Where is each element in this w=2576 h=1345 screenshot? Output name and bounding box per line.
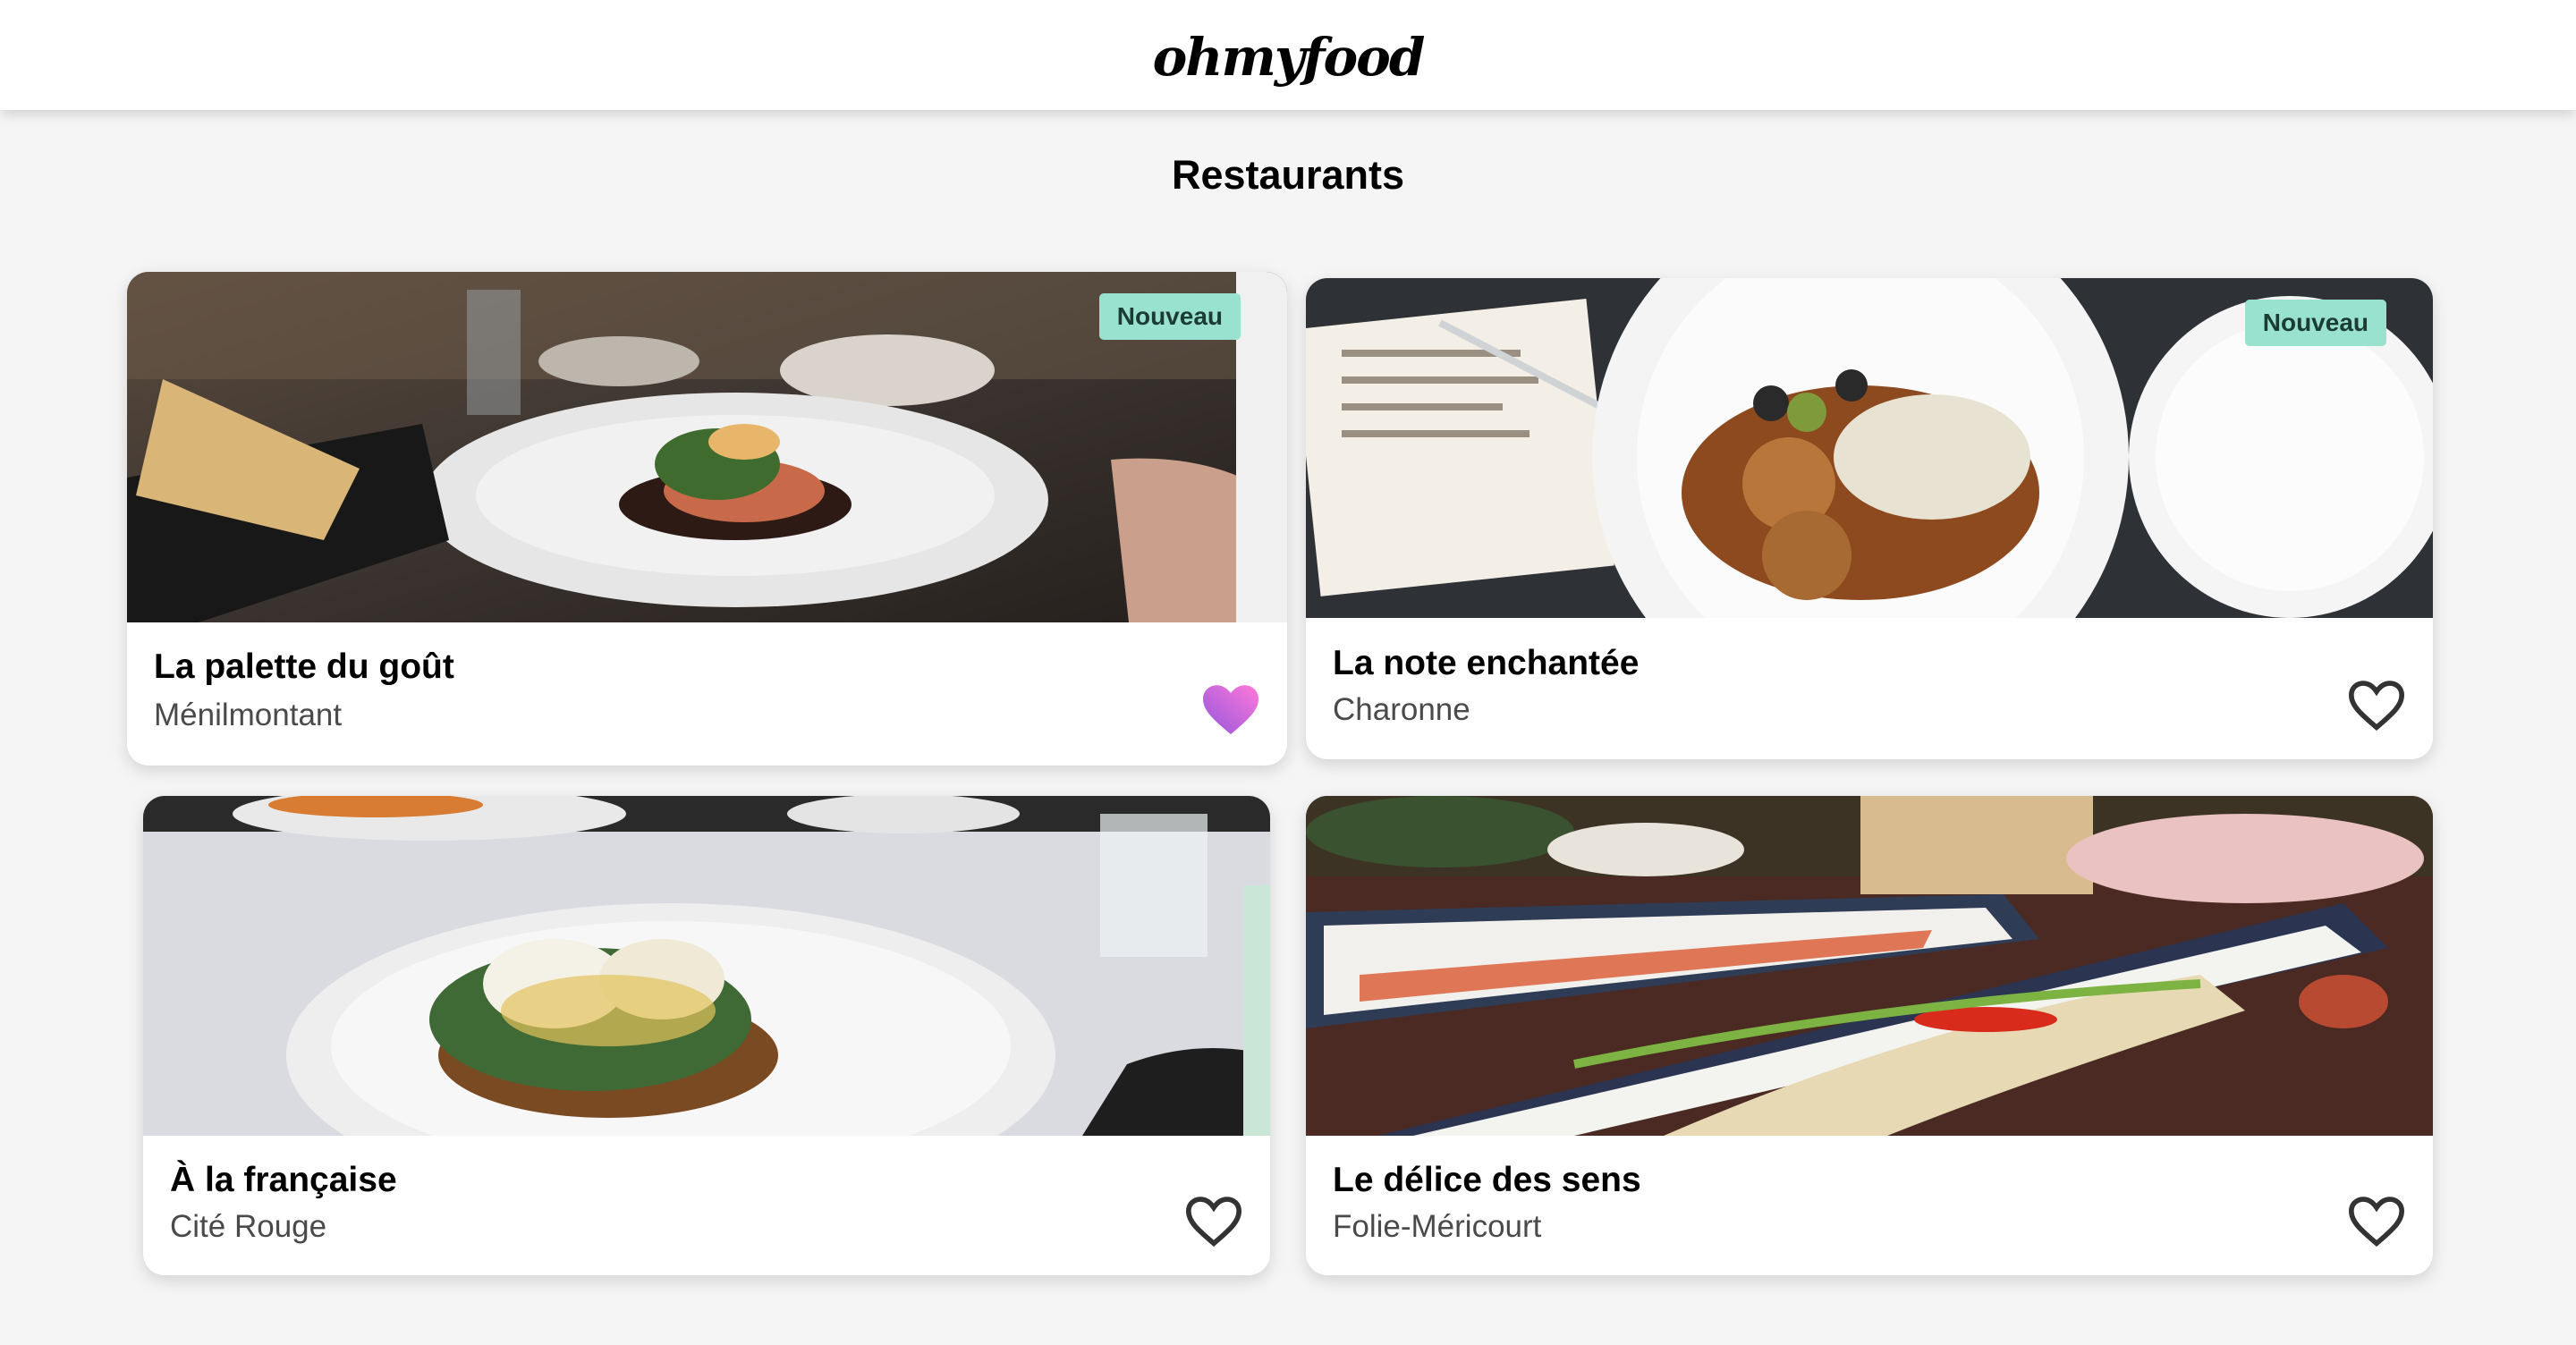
restaurant-card[interactable]: Le délice des sens Folie-Méricourt (1306, 796, 2433, 1275)
heart-outline-icon[interactable] (2345, 677, 2408, 732)
restaurant-name[interactable]: Le délice des sens (1333, 1161, 1641, 1200)
heart-outline-icon[interactable] (2345, 1193, 2408, 1248)
restaurant-location: Ménilmontant (154, 698, 343, 732)
restaurant-location: Charonne (1333, 692, 1470, 727)
new-badge: Nouveau (2244, 300, 2386, 346)
restaurant-photo (143, 796, 1270, 1136)
restaurant-name[interactable]: La note enchantée (1333, 644, 1639, 683)
heart-filled-icon[interactable] (1199, 681, 1262, 737)
new-badge: Nouveau (1098, 293, 1241, 340)
restaurant-card[interactable]: Nouveau La palette du goût Ménilmontant (127, 272, 1287, 766)
restaurant-name[interactable]: La palette du goût (154, 647, 454, 687)
logo[interactable]: ohmyfood (0, 27, 2576, 88)
restaurant-location: Cité Rouge (170, 1209, 327, 1244)
restaurant-card[interactable]: Nouveau La note enchantée Charonne (1306, 278, 2433, 759)
restaurant-name[interactable]: À la française (170, 1161, 397, 1200)
page-title: Restaurants (1171, 152, 1405, 198)
restaurant-card[interactable]: À la française Cité Rouge (143, 796, 1270, 1275)
site-header: ohmyfood (0, 0, 2576, 110)
restaurant-location: Folie-Méricourt (1333, 1209, 1542, 1244)
heart-outline-icon[interactable] (1182, 1193, 1245, 1248)
restaurant-photo (1306, 796, 2433, 1136)
